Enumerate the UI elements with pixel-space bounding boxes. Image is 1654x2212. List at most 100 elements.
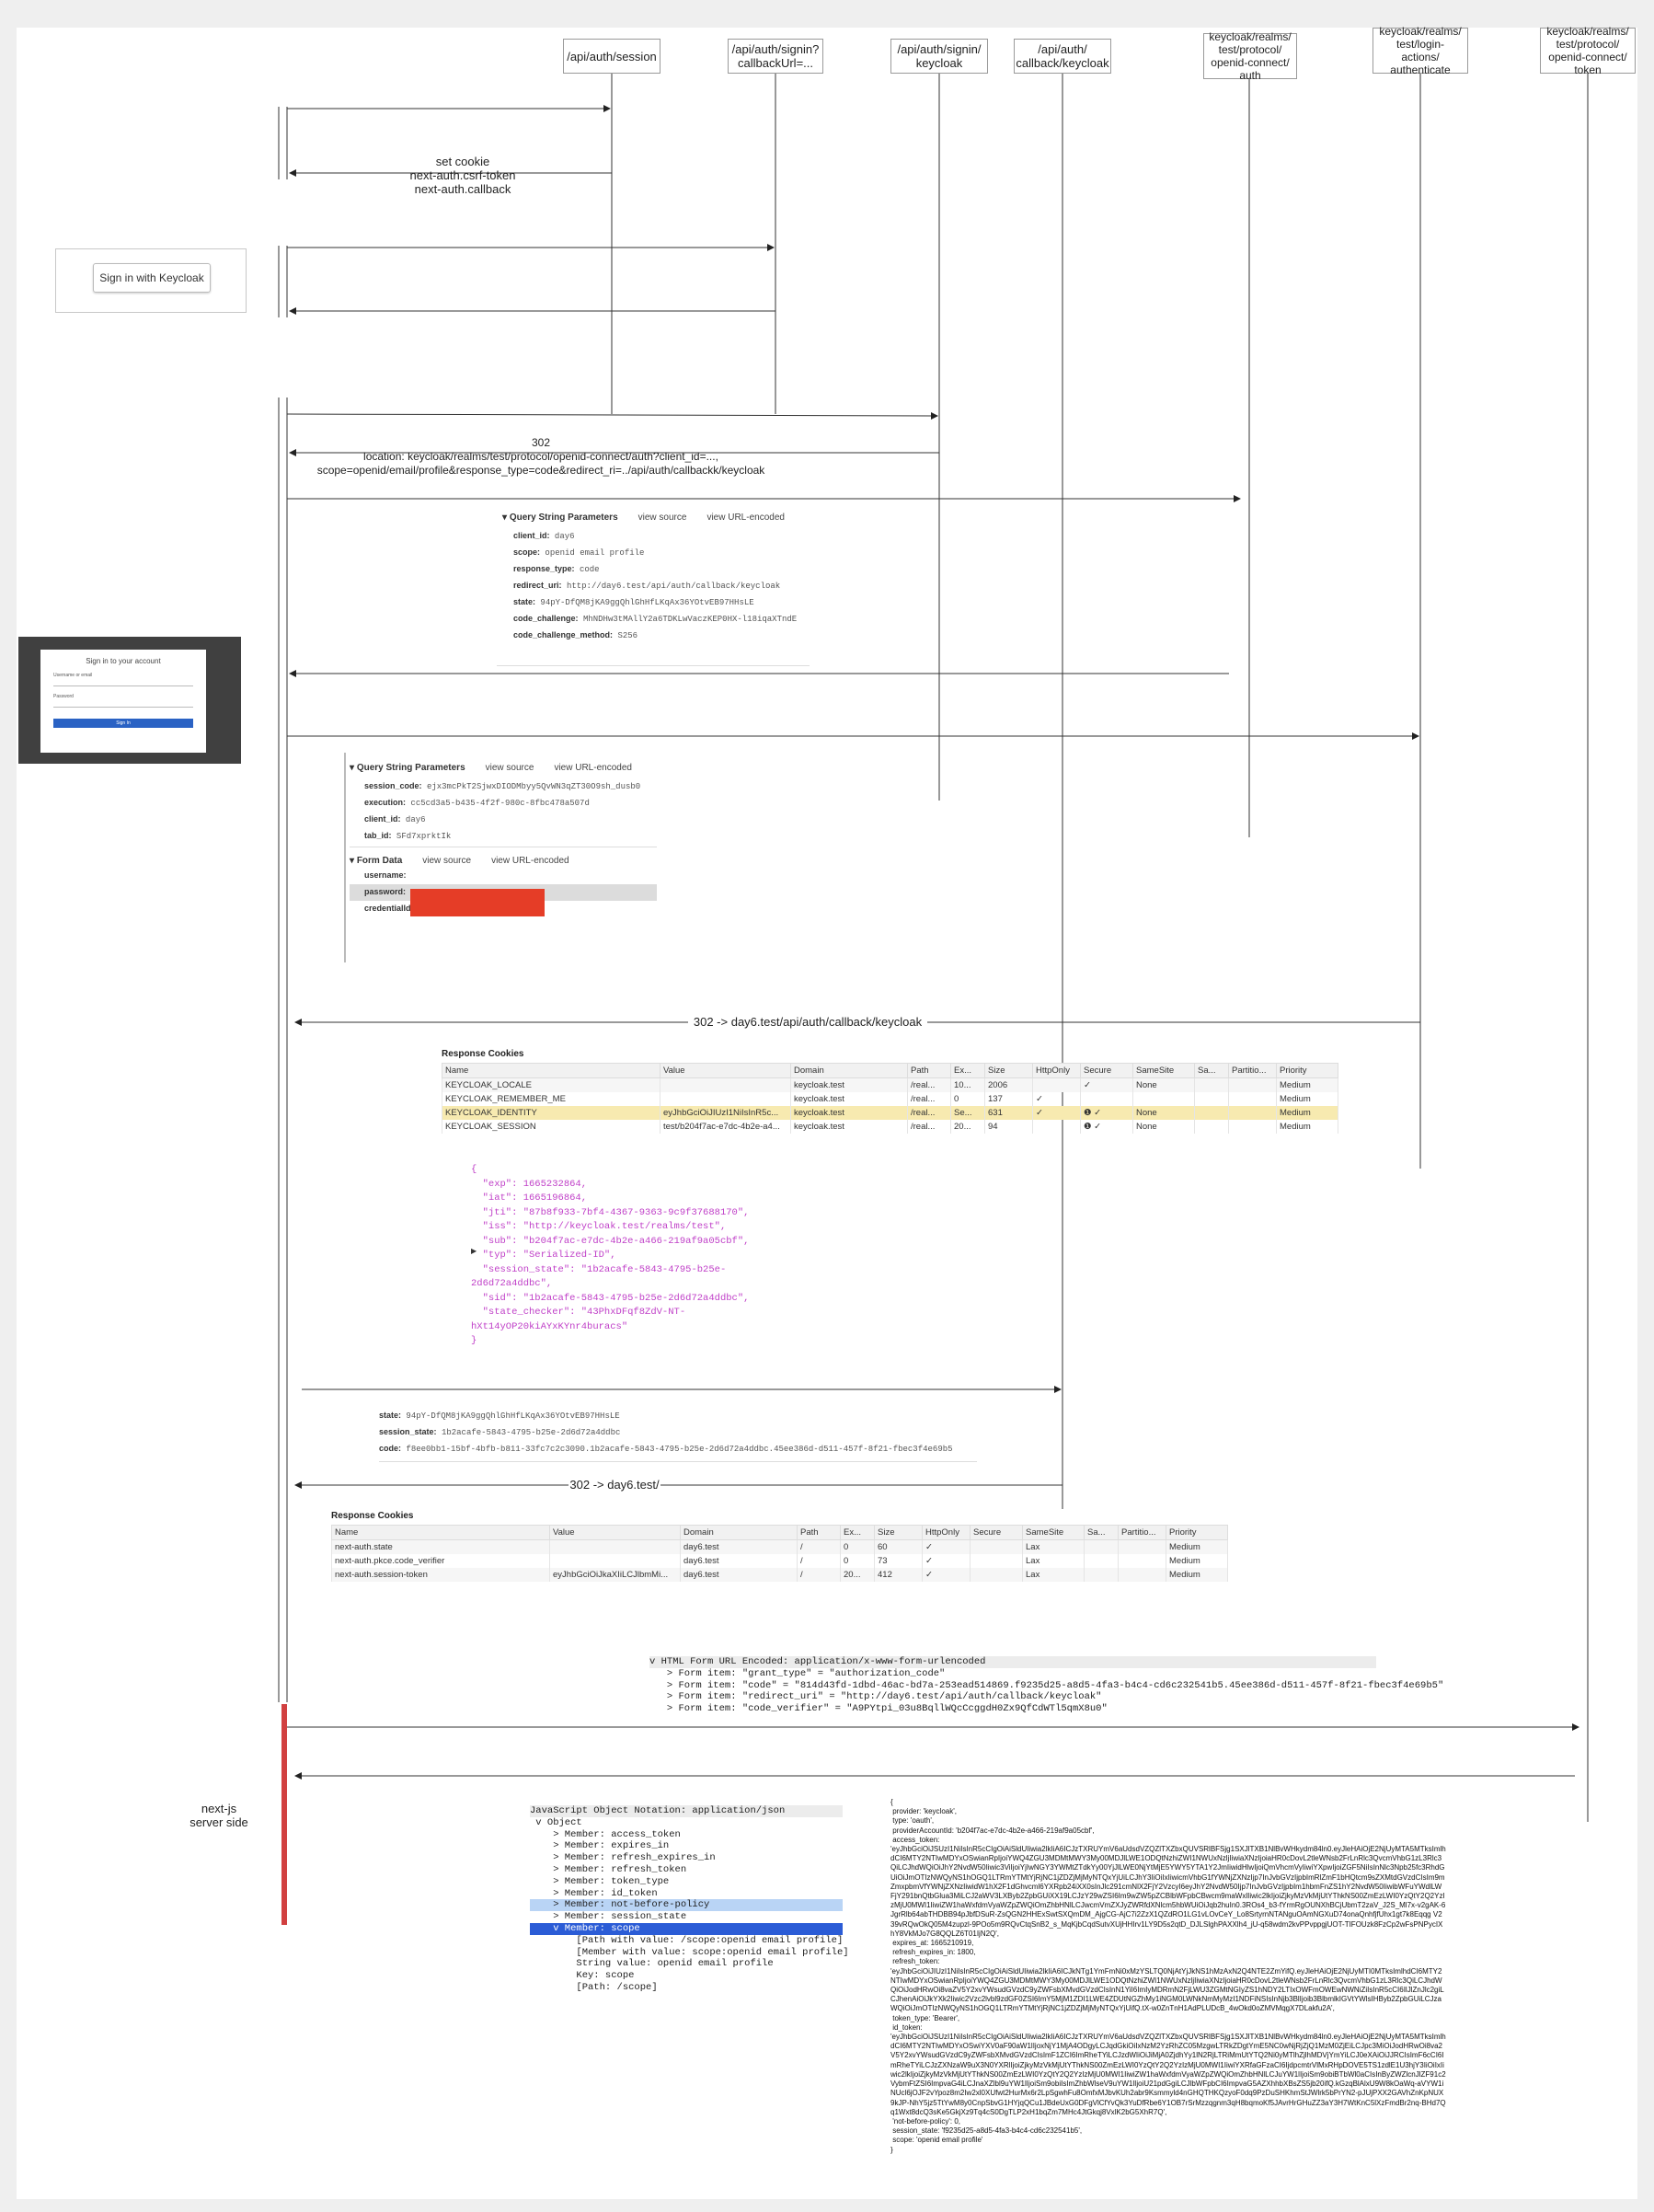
keycloak-login-card: Sign in to your account Username or emai… bbox=[40, 650, 206, 753]
json-line: "state_checker": "43PhxDFqf8ZdV-NT- bbox=[471, 1307, 686, 1318]
table-cell: day6.test bbox=[680, 1554, 798, 1568]
form-url-encoded: v HTML Form URL Encoded: application/x-w… bbox=[649, 1656, 1443, 1715]
qs2-view-url[interactable]: view URL-encoded bbox=[554, 763, 632, 773]
form-data-view-source[interactable]: view source bbox=[422, 856, 471, 866]
keycloak-username-input[interactable] bbox=[53, 680, 193, 686]
param-key: code: bbox=[379, 1444, 402, 1453]
table-cell bbox=[1080, 1092, 1133, 1106]
param-key: code_challenge: bbox=[513, 614, 579, 623]
table-cell: eyJhbGciOiJkaXIiLCJlbmMi... bbox=[549, 1568, 681, 1582]
column-header[interactable]: Partitio... bbox=[1228, 1063, 1277, 1078]
param-key: credentialId: bbox=[364, 904, 414, 913]
table-cell bbox=[1228, 1077, 1277, 1092]
column-header[interactable]: Priority bbox=[1166, 1525, 1228, 1540]
column-header[interactable]: Path bbox=[797, 1525, 841, 1540]
column-header[interactable]: Priority bbox=[1276, 1063, 1338, 1078]
keycloak-password-input[interactable] bbox=[53, 701, 193, 708]
form-data-title: ▾ Form Data bbox=[350, 856, 403, 866]
redirect-home-label: 302 -> day6.test/ bbox=[569, 1478, 660, 1492]
table-row[interactable]: next-auth.pkce.code_verifier day6.test/0 7… bbox=[331, 1554, 1228, 1568]
table-row[interactable]: next-auth.state day6.test/0 60 ✓ Lax Medium bbox=[331, 1539, 1228, 1554]
json-line: { bbox=[471, 1164, 477, 1175]
json-tree-node[interactable]: Key: scope bbox=[530, 1970, 843, 1982]
column-header[interactable]: HttpOnly bbox=[1032, 1063, 1081, 1078]
qs2-view-source[interactable]: view source bbox=[486, 763, 534, 773]
column-header[interactable]: Domain bbox=[680, 1525, 798, 1540]
json-tree-node[interactable]: > Member: expires_in bbox=[530, 1840, 843, 1852]
table-cell: keycloak.test bbox=[790, 1120, 908, 1134]
form-data-view-url[interactable]: view URL-encoded bbox=[491, 856, 569, 866]
table-cell: Lax bbox=[1022, 1554, 1085, 1568]
table-cell: 0 bbox=[840, 1539, 875, 1554]
json-tree: JavaScript Object Notation: application/… bbox=[530, 1805, 849, 1994]
json-tree-node[interactable]: > Member: refresh_expires_in bbox=[530, 1852, 843, 1864]
column-header[interactable]: Size bbox=[874, 1525, 923, 1540]
table-cell: KEYCLOAK_IDENTITY bbox=[442, 1106, 660, 1120]
table-row[interactable]: KEYCLOAK_REMEMBER_ME keycloak.test/real..… bbox=[442, 1092, 1338, 1106]
json-line: } bbox=[471, 1335, 477, 1346]
qs1-view-source[interactable]: view source bbox=[638, 513, 687, 523]
keycloak-signin-button[interactable]: Sign In bbox=[53, 719, 193, 728]
param-row: redirect_uri: http://day6.test/api/auth/… bbox=[513, 578, 810, 594]
cookies1-title: Response Cookies bbox=[442, 1049, 524, 1059]
response-cookies-1: Response Cookies Name Value Domain Path Ex..… bbox=[442, 1049, 1338, 1134]
json-tree-node[interactable]: > Member: refresh_token bbox=[530, 1864, 843, 1876]
column-header[interactable]: Name bbox=[442, 1063, 660, 1078]
json-tree-node[interactable]: [Path: /scope] bbox=[530, 1982, 843, 1994]
table-cell: 20... bbox=[840, 1568, 875, 1582]
keycloak-login-screenshot: Sign in to your account Username or emai… bbox=[18, 637, 241, 764]
column-header[interactable]: Size bbox=[984, 1063, 1033, 1078]
column-header[interactable]: Secure bbox=[1080, 1063, 1133, 1078]
json-tree-node[interactable]: > Member: token_type bbox=[530, 1876, 843, 1888]
param-row: code_challenge: MhNDHw3tMAllY2a6TDKLwVac… bbox=[513, 611, 810, 628]
param-key: client_id: bbox=[513, 531, 550, 540]
param-row: code_challenge_method: S256 bbox=[513, 628, 810, 644]
table-row[interactable]: KEYCLOAK_LOCALE keycloak.test/real... 10..… bbox=[442, 1077, 1338, 1092]
json-tree-node[interactable]: > Member: id_token bbox=[530, 1888, 843, 1900]
table-row[interactable]: next-auth.session-token eyJhbGciOiJkaXIiL… bbox=[331, 1568, 1228, 1582]
json-tree-node[interactable]: > Member: not-before-policy bbox=[530, 1899, 843, 1912]
param-row: session_state: 1b2acafe-5843-4795-b25e-2… bbox=[379, 1424, 977, 1441]
table-cell: / bbox=[797, 1539, 841, 1554]
json-line: "typ": "Serialized-ID", bbox=[471, 1250, 616, 1261]
json-tree-node[interactable]: [Member with value: scope:openid email p… bbox=[530, 1947, 848, 1959]
qs1-view-url[interactable]: view URL-encoded bbox=[706, 513, 785, 523]
keycloak-username-label: Username or email bbox=[53, 673, 93, 678]
json-tree-node[interactable]: v Member: scope bbox=[530, 1922, 843, 1935]
cookies2-title: Response Cookies bbox=[331, 1511, 414, 1521]
param-row: tab_id: SFd7xprktIk bbox=[364, 828, 657, 845]
column-header[interactable]: Name bbox=[331, 1525, 550, 1540]
table-row[interactable]: KEYCLOAK_SESSION test/b204f7ac-e7dc-4b2e-… bbox=[442, 1120, 1338, 1134]
param-key: state: bbox=[379, 1411, 402, 1420]
column-header[interactable]: Ex... bbox=[840, 1525, 875, 1540]
column-header[interactable]: Value bbox=[549, 1525, 681, 1540]
column-header[interactable]: SameSite bbox=[1022, 1525, 1085, 1540]
json-tree-node[interactable]: v Object bbox=[530, 1817, 843, 1829]
column-header[interactable]: Ex... bbox=[950, 1063, 985, 1078]
column-header[interactable]: Domain bbox=[790, 1063, 908, 1078]
column-header[interactable]: Secure bbox=[970, 1525, 1023, 1540]
column-header[interactable]: Sa... bbox=[1194, 1063, 1229, 1078]
json-tree-node[interactable]: [Path with value: /scope:openid email pr… bbox=[530, 1935, 843, 1947]
param-key: session_code: bbox=[364, 781, 422, 790]
json-tree-node[interactable]: > Member: access_token bbox=[530, 1829, 843, 1841]
redirect-callback-label: 302 -> day6.test/api/auth/callback/keycl… bbox=[688, 1015, 927, 1029]
table-cell bbox=[1194, 1077, 1229, 1092]
qs1-title: ▾ Query String Parameters bbox=[502, 513, 618, 523]
table-cell: Medium bbox=[1276, 1077, 1338, 1092]
table-row[interactable]: KEYCLOAK_IDENTITY eyJhbGciOiJIUzI1NiIsInR… bbox=[442, 1106, 1338, 1120]
token-response-raw: { provider: 'keycloak', type: 'oauth', p… bbox=[890, 1798, 1446, 2154]
json-line: "iss": "http://keycloak.test/realms/test… bbox=[471, 1221, 727, 1232]
column-header[interactable]: Sa... bbox=[1084, 1525, 1119, 1540]
signin-keycloak-button[interactable]: Sign in with Keycloak bbox=[93, 263, 211, 293]
column-header[interactable]: HttpOnly bbox=[922, 1525, 971, 1540]
json-tree-node[interactable]: > Member: session_state bbox=[530, 1911, 843, 1923]
column-header[interactable]: SameSite bbox=[1132, 1063, 1195, 1078]
expand-arrow-icon[interactable]: ▶ bbox=[471, 1247, 477, 1255]
json-tree-node[interactable]: String value: openid email profile bbox=[530, 1958, 843, 1970]
column-header[interactable]: Partitio... bbox=[1118, 1525, 1166, 1540]
column-header[interactable]: Path bbox=[907, 1063, 951, 1078]
column-header[interactable]: Value bbox=[660, 1063, 791, 1078]
json-tree-node[interactable]: JavaScript Object Notation: application/… bbox=[530, 1805, 843, 1817]
param-value: day6 bbox=[554, 532, 575, 541]
